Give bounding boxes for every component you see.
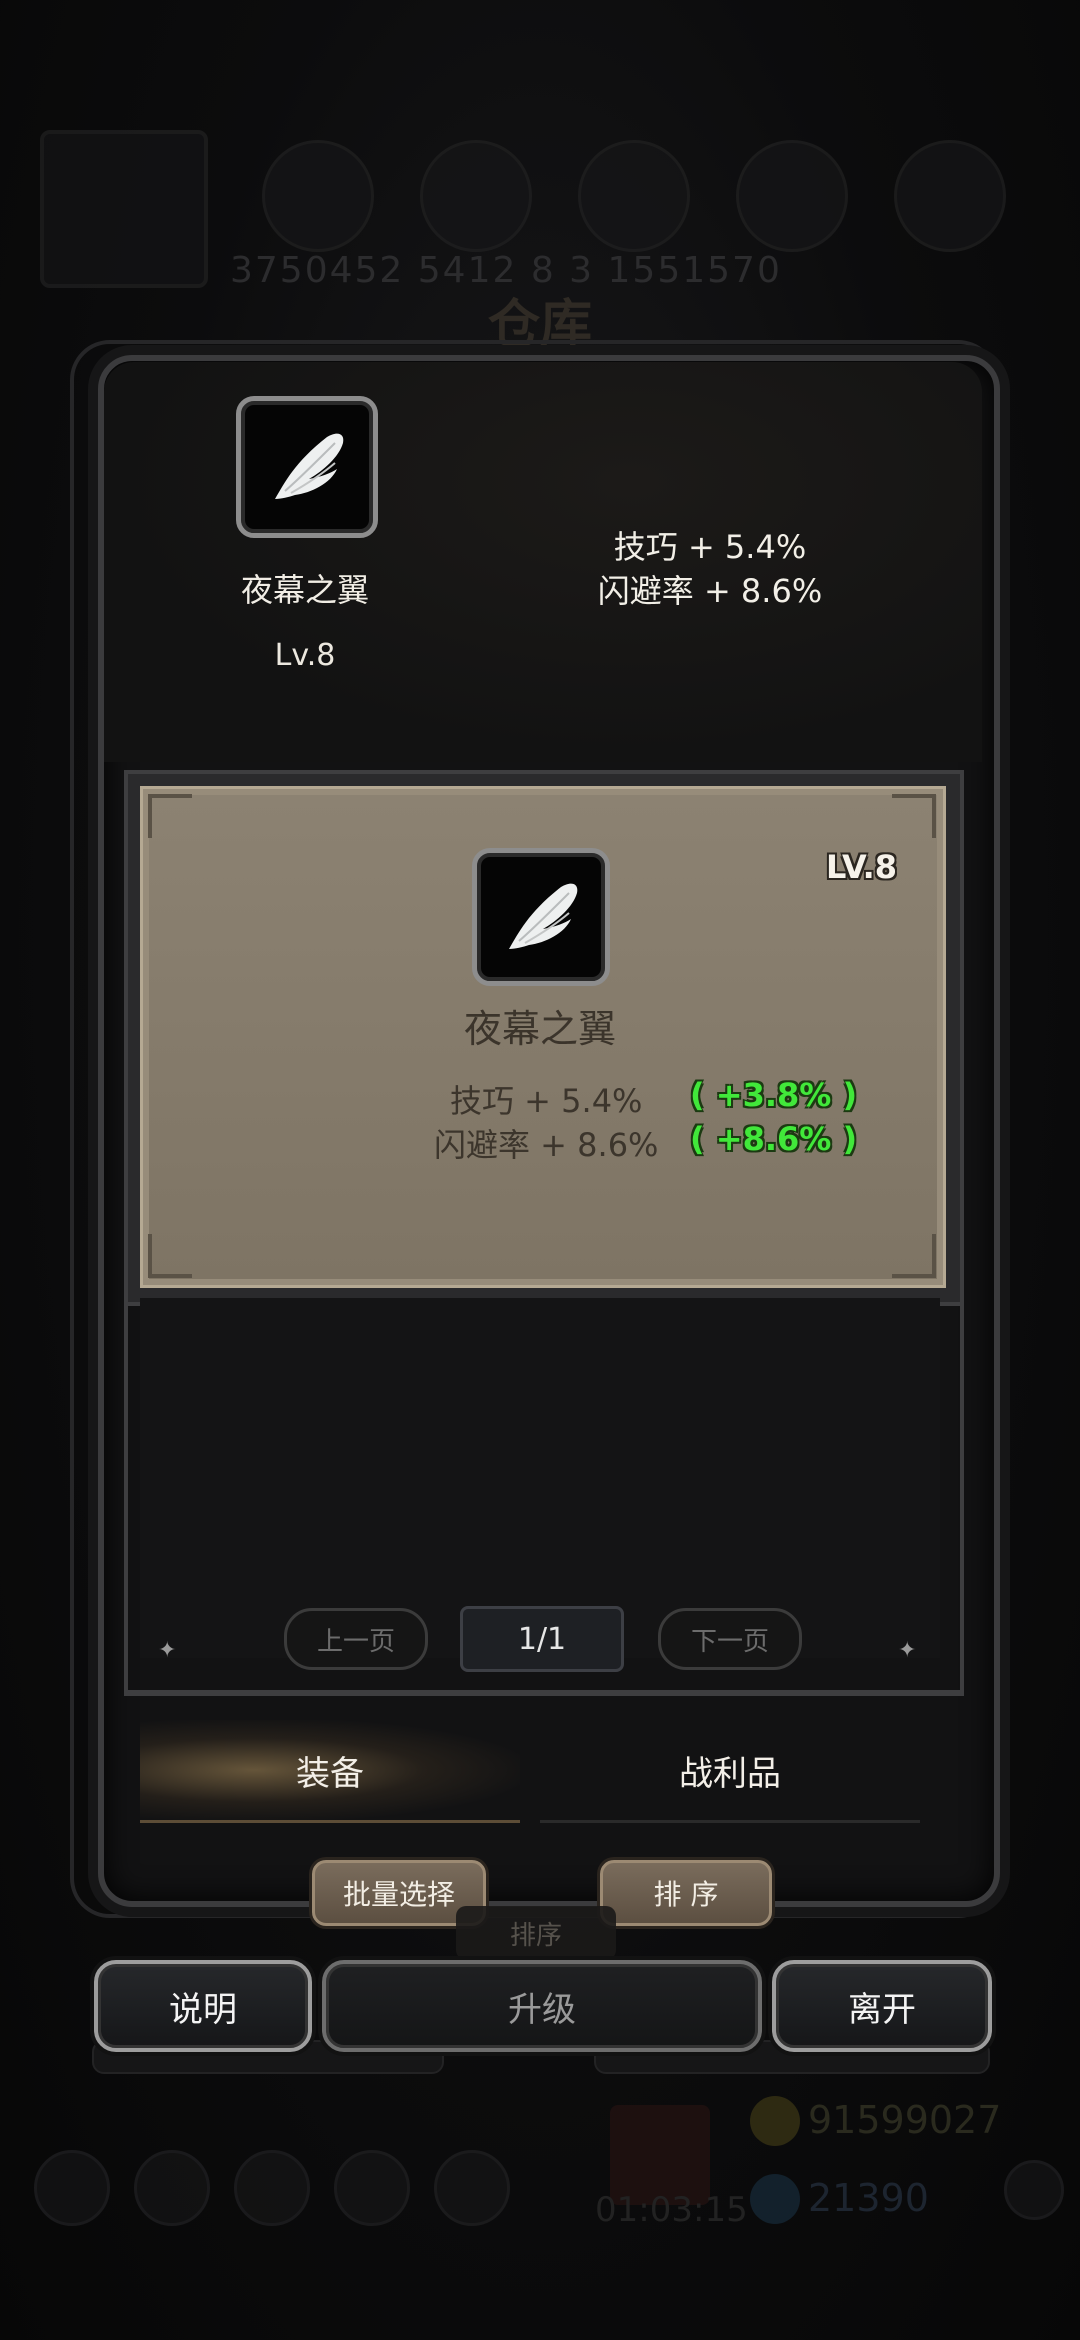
background-hud-slot (578, 140, 690, 252)
background-add-icon (1004, 2160, 1064, 2220)
card-corner-ornament (148, 794, 192, 838)
background-warehouse-title: 仓库 (487, 295, 592, 355)
background-hud-slot (262, 140, 374, 252)
summary-stat-dexterity: 技巧 + 5.4% (613, 528, 807, 566)
summary-item-level: Lv.8 (274, 638, 336, 673)
next-page-button[interactable]: 下一页 (658, 1608, 802, 1670)
tab-equipment[interactable]: 装备 (140, 1720, 520, 1823)
background-timer: 01:03:15 (595, 2190, 748, 2230)
sort-button[interactable]: 排 序 (600, 1860, 772, 1926)
category-tabs: 装备 战利品 (140, 1720, 940, 1823)
card-corner-ornament (892, 1234, 936, 1278)
upgrade-button[interactable]: 升级 (322, 1960, 762, 2052)
leave-button[interactable]: 离开 (772, 1960, 992, 2052)
sparkle-icon: ✦ (898, 1638, 917, 1663)
card-bonus-dexterity: ( +3.8% ) (690, 1076, 858, 1114)
background-menu-icon (134, 2150, 210, 2226)
background-hud-slot (420, 140, 532, 252)
card-item-name: 夜幕之翼 (463, 1007, 616, 1051)
sparkle-icon: ✦ (158, 1638, 177, 1663)
card-bonus-evasion: ( +8.6% ) (690, 1120, 858, 1158)
background-avatar-slot (40, 130, 208, 288)
background-hud-slot (736, 140, 848, 252)
wing-icon (275, 433, 344, 499)
background-menu-icon (34, 2150, 110, 2226)
background-menu-icon (334, 2150, 410, 2226)
background-hud-slot (894, 140, 1006, 252)
info-button[interactable]: 说明 (94, 1960, 312, 2052)
card-corner-ornament (892, 794, 936, 838)
summary-item-slot[interactable] (236, 396, 378, 538)
background-menu-icon (434, 2150, 510, 2226)
background-gold-amount: 91599027 (808, 2098, 1002, 2142)
background-sort-label: 排序 (456, 1906, 616, 1960)
prev-page-button[interactable]: 上一页 (284, 1608, 428, 1670)
wing-icon (509, 883, 578, 949)
card-corner-ornament (148, 1234, 192, 1278)
background-menu-icon (234, 2150, 310, 2226)
gold-coin-icon (750, 2096, 800, 2146)
summary-stat-evasion: 闪避率 + 8.6% (597, 572, 823, 610)
gem-icon (750, 2174, 800, 2224)
card-stat-evasion: 闪避率 + 8.6% (434, 1126, 659, 1164)
summary-item-name: 夜幕之翼 (240, 571, 369, 609)
card-item-slot (472, 848, 610, 986)
tab-loot[interactable]: 战利品 (540, 1720, 920, 1823)
page-indicator: 1/1 (460, 1606, 624, 1672)
background-gem-amount: 21390 (808, 2176, 929, 2220)
card-stat-dexterity: 技巧 + 5.4% (450, 1082, 643, 1120)
card-item-level: LV.8 (826, 848, 898, 886)
